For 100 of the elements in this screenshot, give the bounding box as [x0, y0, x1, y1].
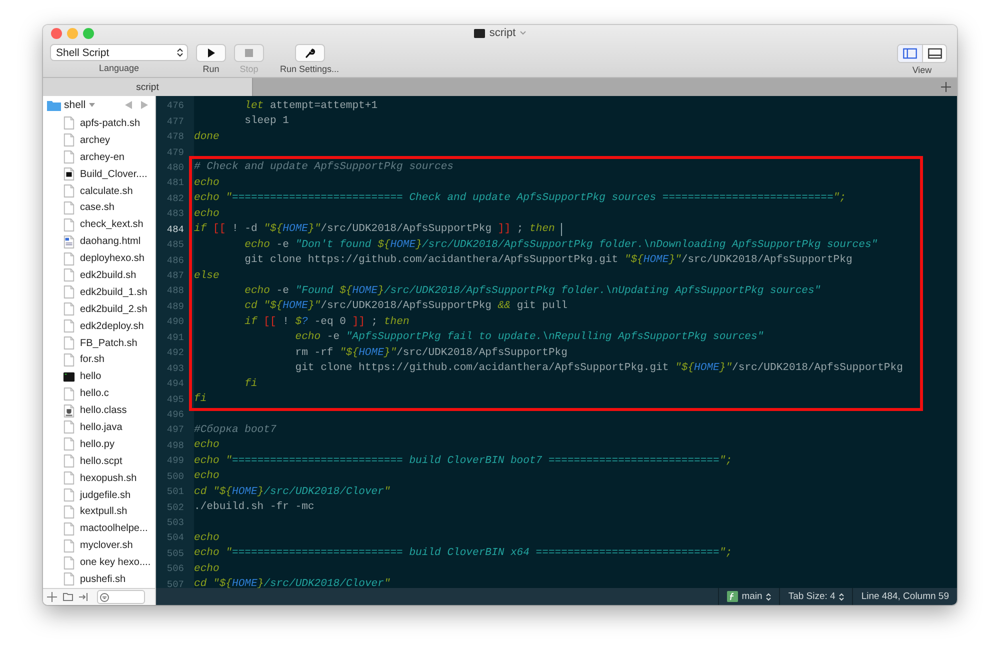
document-icon	[63, 218, 75, 232]
run-button[interactable]	[196, 44, 226, 62]
document-icon	[63, 522, 75, 536]
code-line: git clone https://github.com/acidanthera/ApfsSupportPkg.git "${HOME}"/src/UDK2018/ApfsSupportPkg	[294, 362, 903, 374]
line-number: 487	[166, 270, 185, 282]
toolbar-label: Run Settings...	[280, 64, 340, 74]
document-icon	[63, 488, 75, 502]
file-item[interactable]: myclover.sh	[43, 537, 155, 554]
code-line: echo	[194, 439, 220, 452]
settings-button[interactable]	[294, 44, 325, 62]
folder-name[interactable]: shell	[64, 99, 86, 111]
file-item[interactable]: hello.class	[43, 402, 155, 420]
line-number: 500	[166, 470, 185, 482]
file-item[interactable]: judgefile.sh	[43, 486, 155, 504]
code-line: if [[ ! -d "${HOME}"/src/UDK2018/ApfsSupportPkg ]] ; then	[194, 223, 555, 236]
document-icon	[63, 352, 75, 367]
file-item[interactable]: archey-en	[43, 148, 155, 166]
code-line: rm -rf "${HOME}"/src/UDK2018/ApfsSupportPkg	[294, 346, 568, 359]
language-popup[interactable]: Shell Script	[50, 44, 188, 61]
document-icon	[63, 285, 75, 300]
line-number: 484	[166, 224, 185, 235]
file-item[interactable]: FB_Patch.sh	[43, 334, 155, 352]
plus-icon[interactable]	[941, 82, 951, 92]
file-item[interactable]: hello.c	[43, 385, 155, 402]
line-number: 499	[166, 455, 185, 466]
file-item[interactable]: hello	[43, 368, 155, 386]
line-number: 505	[166, 548, 185, 559]
filter-field[interactable]	[97, 590, 145, 604]
code-line: echo "=========================== build CloverBIN boot7 ===========================";	[194, 454, 732, 467]
file-item[interactable]: archey	[43, 132, 155, 149]
line-number: 503	[166, 517, 185, 528]
document-icon	[63, 133, 75, 148]
document-icon	[63, 302, 75, 316]
line-number: 507	[166, 578, 185, 588]
code-line: fi	[194, 393, 207, 406]
line-number: 496	[166, 408, 185, 420]
chevron-down-icon[interactable]	[520, 31, 526, 35]
line-number: 485	[166, 239, 185, 250]
folder-icon[interactable]	[63, 592, 73, 602]
line-number: 495	[166, 394, 185, 405]
toolbar-label: Run	[202, 64, 220, 74]
code-line: cd "${HOME}"/src/UDK2018/ApfsSupportPkg && git pull	[244, 300, 568, 312]
line-number: 494	[166, 378, 185, 390]
file-item[interactable]: calculate.sh	[43, 182, 155, 200]
document-icon	[63, 437, 75, 452]
line-number: 481	[166, 177, 185, 188]
file-item[interactable]: hello.py	[43, 436, 155, 453]
file-item[interactable]: hello.scpt	[43, 452, 155, 470]
file-item[interactable]: pushefi.sh	[43, 571, 155, 588]
file-item[interactable]: edk2deploy.sh	[43, 318, 155, 335]
line-number: 486	[166, 254, 185, 266]
file-item[interactable]: hello.java	[43, 419, 155, 436]
document-icon	[63, 454, 75, 468]
file-item[interactable]: daohang.html	[43, 233, 155, 250]
document-icon	[63, 184, 75, 198]
code-line: echo "=========================== Check and update ApfsSupportPkg sources ===========================";	[194, 192, 846, 204]
file-item[interactable]: mactoolhelpe...	[43, 520, 155, 538]
file-item[interactable]: edk2build_2.sh	[43, 300, 155, 318]
sidebar-icon	[903, 48, 917, 59]
line-number: 480	[166, 162, 185, 173]
code-line: echo -e "Don't found ${HOME}/src/UDK2018/ApfsSupportPkg folder.\nDownloading ApfsSupportPkg sources"	[244, 238, 878, 251]
tab[interactable]: script	[43, 78, 253, 96]
file-item[interactable]: edk2build_1.sh	[43, 284, 155, 301]
document-icon	[63, 538, 75, 553]
function-popup[interactable]: main	[718, 588, 780, 605]
file-item[interactable]: deployhexo.sh	[43, 250, 155, 268]
code-line: echo	[194, 562, 220, 575]
line-number: 506	[166, 563, 185, 574]
code-line: done	[194, 130, 220, 143]
file-item[interactable]: edk2build.sh	[43, 267, 155, 284]
code-line: else	[194, 270, 220, 282]
text-cursor	[560, 222, 562, 236]
document-icon	[63, 268, 75, 282]
file-item[interactable]: case.sh	[43, 199, 155, 216]
file-item[interactable]: check_kext.sh	[43, 216, 155, 234]
file-item[interactable]: kextpull.sh	[43, 503, 155, 520]
code-line: echo "=========================== build CloverBIN x64 =============================";	[194, 547, 732, 560]
line-number: 501	[166, 486, 185, 498]
document-icon	[63, 572, 75, 586]
document-icon	[63, 234, 75, 249]
file-item[interactable]: apfs-patch.sh	[43, 115, 155, 132]
document-icon	[63, 420, 75, 434]
tab-size-popup[interactable]: Tab Size: 4	[779, 588, 852, 605]
view-toggle[interactable]	[898, 45, 922, 62]
code-line: # Check and update ApfsSupportPkg sources	[194, 161, 454, 174]
plus-icon[interactable]	[47, 592, 57, 602]
caret-icon[interactable]	[88, 103, 95, 107]
file-item[interactable]: Build_Clover....	[43, 166, 155, 183]
code-line: git clone https://github.com/acidanthera/ApfsSupportPkg.git "${HOME}"/src/UDK2018/ApfsSupportPkg	[244, 254, 852, 266]
file-item[interactable]: hexopush.sh	[43, 470, 155, 487]
stepper-icon	[177, 48, 183, 57]
close-icon[interactable]	[51, 28, 62, 39]
import-icon[interactable]	[79, 592, 89, 602]
line-number: 502	[166, 502, 185, 513]
file-item[interactable]: for.sh	[43, 351, 155, 368]
play-icon	[206, 48, 216, 58]
file-item[interactable]: one key hexo....	[43, 554, 155, 572]
folder-icon	[47, 100, 61, 110]
line-number: 498	[166, 440, 185, 451]
line-number: 488	[166, 285, 185, 296]
